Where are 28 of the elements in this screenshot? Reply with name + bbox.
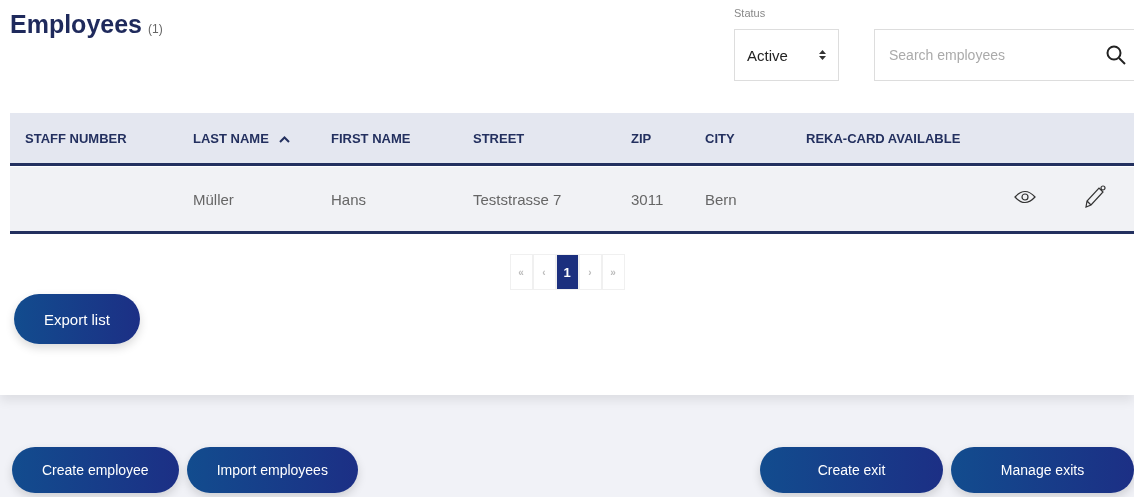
sort-caret-icon xyxy=(819,50,826,60)
column-header[interactable]: STAFF NUMBER xyxy=(25,130,127,146)
pencil-icon[interactable] xyxy=(1084,185,1106,209)
column-header[interactable]: FIRST NAME xyxy=(331,130,411,146)
action-button[interactable]: Create exit xyxy=(760,447,943,493)
table-cell-text: Teststrasse 7 xyxy=(473,190,563,208)
page-title: Employees xyxy=(10,10,142,39)
column-header[interactable]: STREET xyxy=(473,130,525,146)
table-cell-text: 3011 xyxy=(631,190,665,208)
search-field[interactable]: Search employees xyxy=(874,29,1134,81)
table-cell-text: Hans xyxy=(331,190,368,208)
status-select[interactable]: Active xyxy=(734,29,839,81)
column-header[interactable]: REKA-CARD AVAILABLE xyxy=(806,130,961,146)
action-button[interactable]: Manage exits xyxy=(951,447,1134,493)
action-button[interactable]: Import employees xyxy=(186,447,358,493)
column-header[interactable]: LAST NAME xyxy=(193,130,269,146)
page-button[interactable]: 1 xyxy=(555,254,579,290)
export-list-button[interactable]: Export list xyxy=(14,294,140,344)
employee-count: (1) xyxy=(148,22,163,36)
eye-icon[interactable] xyxy=(1014,190,1036,204)
column-header[interactable]: ZIP xyxy=(631,130,652,146)
column-header[interactable]: CITY xyxy=(705,130,735,146)
table-cell-text: Bern xyxy=(705,190,738,208)
sort-ascending-icon xyxy=(278,135,290,143)
status-label: Status xyxy=(734,7,767,19)
search-icon[interactable] xyxy=(1106,45,1126,65)
table-cell-text: Müller xyxy=(193,190,235,208)
action-button[interactable]: Create employee xyxy=(12,447,179,493)
